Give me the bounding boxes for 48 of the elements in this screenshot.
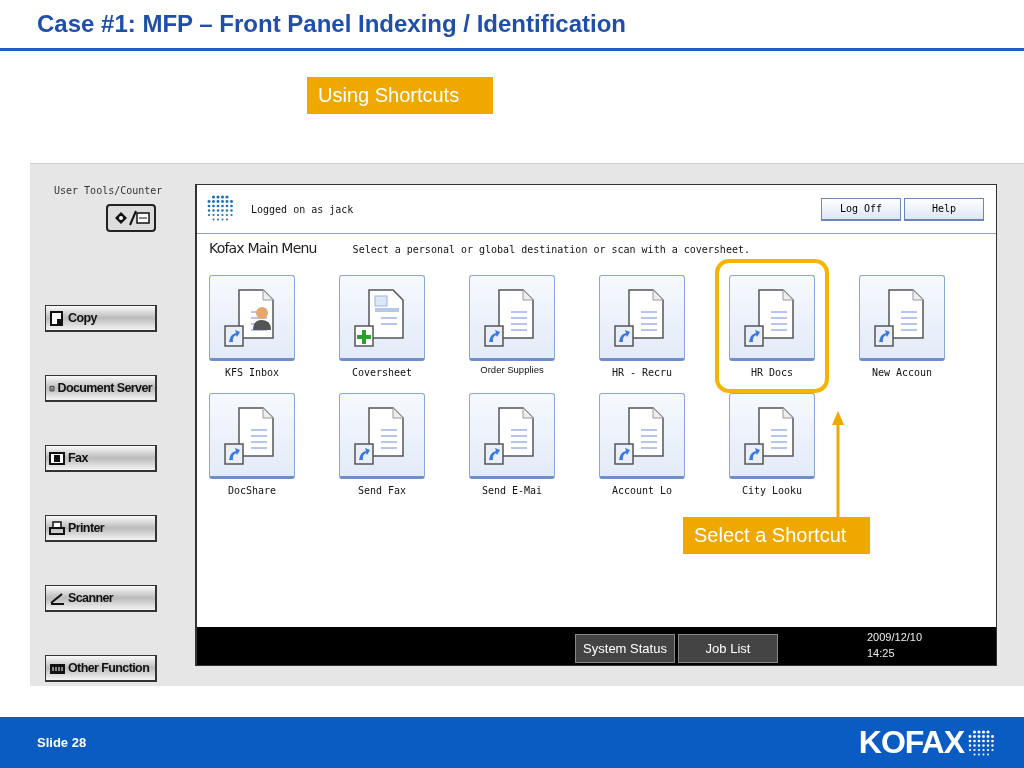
shortcut-label: Send E-Mai [481,485,543,498]
shortcut-label: KFS Inbox [224,367,280,380]
user-tools-label: User Tools/Counter [54,185,163,196]
shortcut-label: HR - Recru [611,367,673,380]
shortcut-button[interactable] [339,275,425,361]
shortcut-label: Send Fax [357,485,407,498]
screen-button[interactable]: Help [904,197,984,221]
logged-on-text: Logged on as jack [251,203,354,215]
mode-button[interactable]: Copy [45,305,157,332]
shortcut-label: HR Docs [750,367,794,380]
shortcut-label: DocShare [227,485,277,498]
shortcut-button[interactable] [209,393,295,479]
shortcut-button[interactable] [599,393,685,479]
shortcut-button[interactable] [859,275,945,361]
fax-icon [49,449,66,467]
menu-title: Kofax Main Menu [209,240,317,256]
shortcut-button[interactable] [729,393,815,479]
status-button[interactable]: System Status [575,634,675,663]
mode-button[interactable]: Document Server [45,375,157,402]
user-tools-button[interactable] [106,204,156,232]
logo-text: KOFAX [858,724,964,761]
shortcut-button[interactable] [599,275,685,361]
callout-label: Select a Shortcut [683,517,871,554]
shortcut-button[interactable] [339,393,425,479]
shortcut-label: Order Supplies [480,364,544,377]
shortcut-label: Account Lo [611,485,673,498]
shortcut-label: City Looku [741,485,803,498]
callout-label: Using Shortcuts [307,77,494,114]
slide-title: Case #1: MFP – Front Panel Indexing / Identification [37,10,626,38]
mode-button[interactable]: Other Function [45,655,157,682]
mode-button[interactable]: Scanner [45,585,157,612]
shortcut-button[interactable] [729,275,815,361]
shortcut-button[interactable] [469,275,555,361]
mode-button[interactable]: Printer [45,515,157,542]
dotted-globe-logo [966,727,996,758]
shortcut-label: New Accoun [871,367,933,380]
time-text: 14:25 [867,646,896,661]
shortcut-label: Coversheet [351,367,413,380]
slide-number: Slide 28 [37,735,87,750]
date-text: 2009/12/10 [867,630,923,645]
shortcut-button[interactable] [469,393,555,479]
instruction-text: Select a personal or global destination or scan with a coversheet. [352,244,750,255]
status-button[interactable]: Job List [678,634,778,663]
mode-button[interactable]: Fax [45,445,157,472]
copy-icon [49,309,66,327]
shortcut-button[interactable] [209,275,295,361]
printer-icon [49,519,66,537]
screen-button[interactable]: Log Off [821,197,901,221]
